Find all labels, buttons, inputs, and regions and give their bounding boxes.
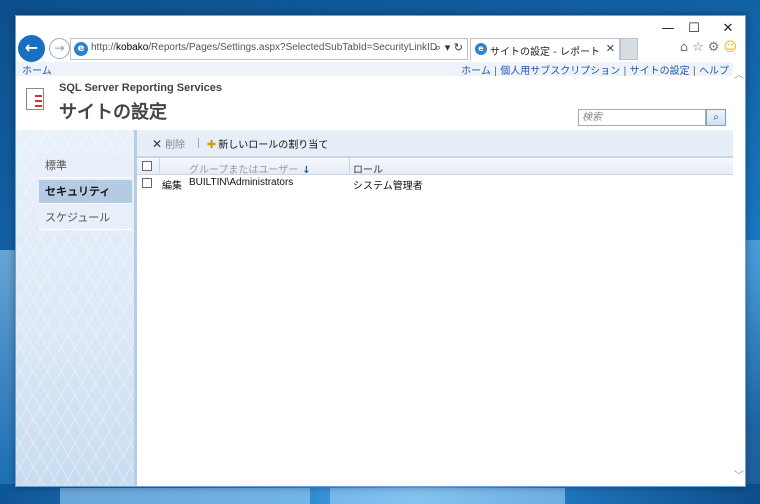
grid-header: グループまたはユーザー ↓ ロール	[137, 158, 733, 176]
sidebar-item-schedules[interactable]: スケジュール	[39, 206, 132, 230]
delete-button[interactable]: ✕ 削除	[152, 136, 185, 151]
settings-gear-icon[interactable]: ⚙	[708, 40, 724, 55]
desktop-window-shape	[330, 488, 565, 504]
main-content: ✕ 削除 ✚ 新しいロールの割り当て グループまたはユーザー ↓ ロール 編集 BUI…	[134, 130, 733, 486]
new-role-assignment-label: 新しいロールの割り当て	[218, 140, 329, 151]
browser-tab[interactable]: e サイトの設定 - レポート マネー... ✕	[470, 38, 620, 60]
desktop-window-shape	[60, 488, 310, 504]
url-path: /Reports/Pages/Settings.aspx?SelectedSub…	[148, 42, 438, 53]
search-input[interactable]	[579, 110, 705, 125]
sidebar: 標準 セキュリティ スケジュール	[16, 130, 134, 486]
page-title: サイトの設定	[59, 102, 167, 123]
tab-label: サイトの設定 - レポート マネー...	[490, 47, 602, 58]
page-header: SQL Server Reporting Services サイトの設定 ⌕	[16, 76, 733, 130]
column-divider	[349, 158, 350, 175]
vertical-scrollbar[interactable]: ︿ ﹀	[733, 62, 745, 486]
edit-link[interactable]: 編集	[162, 177, 182, 192]
new-role-assignment-button[interactable]: ✚ 新しいロールの割り当て	[207, 136, 328, 151]
browser-tool-icons: ⌂☆⚙☺	[680, 40, 741, 55]
top-navigation: ホーム ホーム | 個人用サブスクリプション | サイトの設定 | ヘルプ	[16, 62, 733, 77]
feedback-smiley-icon[interactable]: ☺	[723, 40, 741, 55]
product-name: SQL Server Reporting Services	[59, 82, 223, 94]
address-actions[interactable]: ⌕ ▾ ↻	[435, 41, 463, 55]
table-row: 編集 BUILTIN\Administrators システム管理者	[137, 175, 733, 192]
favorites-star-icon[interactable]: ☆	[692, 40, 708, 55]
back-button[interactable]: ←	[18, 35, 45, 62]
url-prefix: http://	[91, 42, 117, 53]
row-role-name: システム管理者	[353, 181, 423, 192]
select-all-checkbox[interactable]	[142, 161, 152, 171]
navigation-bar: ← → e http://kobako/Reports/Pages/Settin…	[16, 34, 745, 62]
ie-page-icon: e	[74, 42, 88, 56]
desktop-bottom	[0, 484, 760, 504]
url-host: kobako	[116, 42, 149, 53]
scroll-down-icon[interactable]: ﹀	[734, 467, 744, 482]
sidebar-item-general[interactable]: 標準	[39, 154, 132, 178]
breadcrumb-home-link[interactable]: ホーム	[22, 62, 52, 77]
delete-x-icon: ✕	[152, 137, 163, 151]
address-bar[interactable]: e http://kobako/Reports/Pages/Settings.a…	[70, 38, 468, 60]
column-header-role: ロール	[353, 165, 383, 176]
toolbar: ✕ 削除 ✚ 新しいロールの割り当て	[137, 130, 733, 156]
global-links: ホーム | 個人用サブスクリプション | サイトの設定 | ヘルプ	[461, 62, 729, 77]
desktop-decoration-right	[745, 240, 760, 504]
forward-button[interactable]: →	[49, 38, 70, 59]
tab-close-icon[interactable]: ✕	[606, 42, 615, 55]
search-field[interactable]	[578, 109, 706, 126]
toolbar-separator	[198, 138, 199, 148]
delete-label: 削除	[165, 140, 186, 151]
address-url[interactable]: http://kobako/Reports/Pages/Settings.asp…	[91, 42, 437, 53]
row-checkbox[interactable]	[142, 178, 152, 188]
tab-ie-icon: e	[475, 43, 487, 55]
browser-window: — ☐ ✕ ← → e http://kobako/Reports/Pages/…	[15, 15, 746, 487]
site-settings-icon	[26, 88, 44, 110]
search-button[interactable]: ⌕	[706, 109, 726, 126]
home-icon[interactable]: ⌂	[680, 40, 692, 55]
column-header-user[interactable]: グループまたはユーザー ↓	[189, 161, 311, 176]
new-tab-button[interactable]	[620, 38, 638, 60]
column-divider	[159, 158, 160, 175]
scroll-up-icon[interactable]: ︿	[734, 66, 744, 81]
page-content: ホーム ホーム | 個人用サブスクリプション | サイトの設定 | ヘルプ SQL Serv…	[16, 62, 745, 486]
row-user-name: BUILTIN\Administrators	[189, 177, 294, 188]
new-role-assignment-icon: ✚	[207, 138, 217, 151]
sidebar-item-security[interactable]: セキュリティ	[39, 180, 132, 204]
